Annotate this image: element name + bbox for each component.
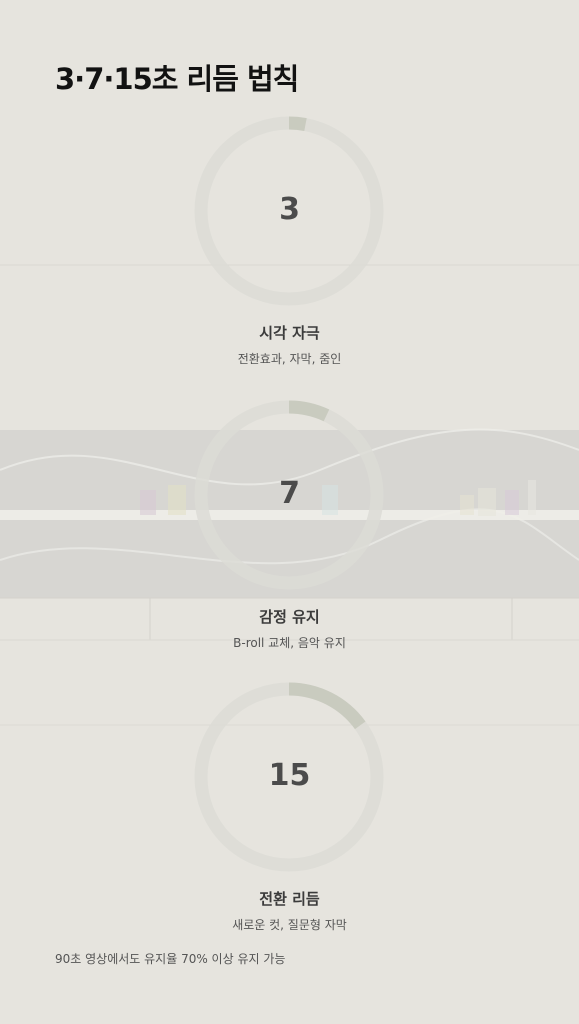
item-label: 감정 유지 bbox=[259, 608, 320, 626]
footer-note: 90초 영상에서도 유지율 70% 이상 유지 가능 bbox=[55, 952, 286, 966]
item-description: 새로운 컷, 질문형 자막 bbox=[232, 918, 347, 932]
ring-number: 7 bbox=[279, 476, 300, 511]
item-description: 전환효과, 자막, 줌인 bbox=[237, 352, 342, 366]
ring-number: 3 bbox=[279, 192, 300, 227]
item-label: 전환 리듬 bbox=[259, 890, 320, 908]
item-label: 시각 자극 bbox=[259, 324, 320, 342]
ring-number: 15 bbox=[268, 758, 311, 793]
progress-ring-3 bbox=[194, 116, 384, 872]
item-description: B-roll 교체, 음악 유지 bbox=[233, 636, 346, 650]
